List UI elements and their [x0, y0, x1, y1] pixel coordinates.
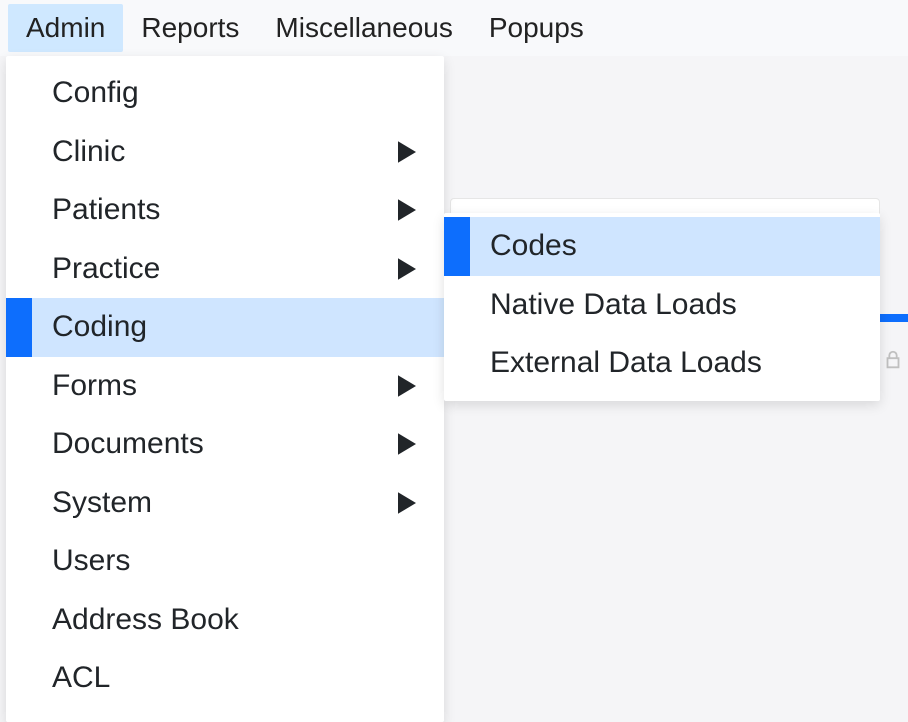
menubar: Admin Reports Miscellaneous Popups [0, 0, 908, 56]
dropdown-item-config[interactable]: Config [6, 64, 444, 123]
submenu-arrow-icon [398, 492, 416, 514]
menubar-item-label: Miscellaneous [275, 12, 452, 43]
submenu-arrow-icon [398, 141, 416, 163]
dropdown-item-label: Patients [52, 187, 398, 234]
dropdown-item-label: Users [52, 538, 424, 585]
lock-icon [882, 346, 904, 378]
menubar-item-admin[interactable]: Admin [8, 4, 123, 52]
dropdown-item-label: Config [52, 70, 424, 117]
submenu-arrow-icon [398, 258, 416, 280]
dropdown-item-coding[interactable]: Coding [6, 298, 444, 357]
menubar-item-miscellaneous[interactable]: Miscellaneous [257, 4, 470, 52]
submenu-arrow-icon [398, 375, 416, 397]
dropdown-item-label: Clinic [52, 129, 398, 176]
dropdown-item-label: Practice [52, 246, 398, 293]
submenu-item-external-data-loads[interactable]: External Data Loads [444, 334, 880, 393]
dropdown-item-label: System [52, 480, 398, 527]
dropdown-item-clinic[interactable]: Clinic [6, 123, 444, 182]
dropdown-item-label: Documents [52, 421, 398, 468]
admin-dropdown: Config Clinic Patients Practice Coding F… [6, 56, 444, 722]
dropdown-item-documents[interactable]: Documents [6, 415, 444, 474]
submenu-arrow-icon [398, 433, 416, 455]
coding-submenu: Codes Native Data Loads External Data Lo… [444, 213, 880, 401]
menubar-item-label: Admin [26, 12, 105, 43]
dropdown-item-patients[interactable]: Patients [6, 181, 444, 240]
dropdown-item-system[interactable]: System [6, 474, 444, 533]
submenu-item-label: Codes [490, 223, 577, 270]
dropdown-item-practice[interactable]: Practice [6, 240, 444, 299]
dropdown-item-label: ACL [52, 655, 424, 702]
dropdown-item-label: Forms [52, 363, 398, 410]
menubar-item-reports[interactable]: Reports [123, 4, 257, 52]
submenu-arrow-icon [398, 199, 416, 221]
menubar-item-popups[interactable]: Popups [471, 4, 602, 52]
submenu-item-label: Native Data Loads [490, 282, 737, 329]
menubar-item-label: Popups [489, 12, 584, 43]
dropdown-item-users[interactable]: Users [6, 532, 444, 591]
submenu-item-codes[interactable]: Codes [444, 217, 880, 276]
submenu-item-label: External Data Loads [490, 340, 762, 387]
blue-accent-edge [880, 314, 908, 322]
menubar-item-label: Reports [141, 12, 239, 43]
submenu-item-native-data-loads[interactable]: Native Data Loads [444, 276, 880, 335]
dropdown-item-forms[interactable]: Forms [6, 357, 444, 416]
dropdown-item-acl[interactable]: ACL [6, 649, 444, 708]
dropdown-item-label: Coding [52, 304, 424, 351]
